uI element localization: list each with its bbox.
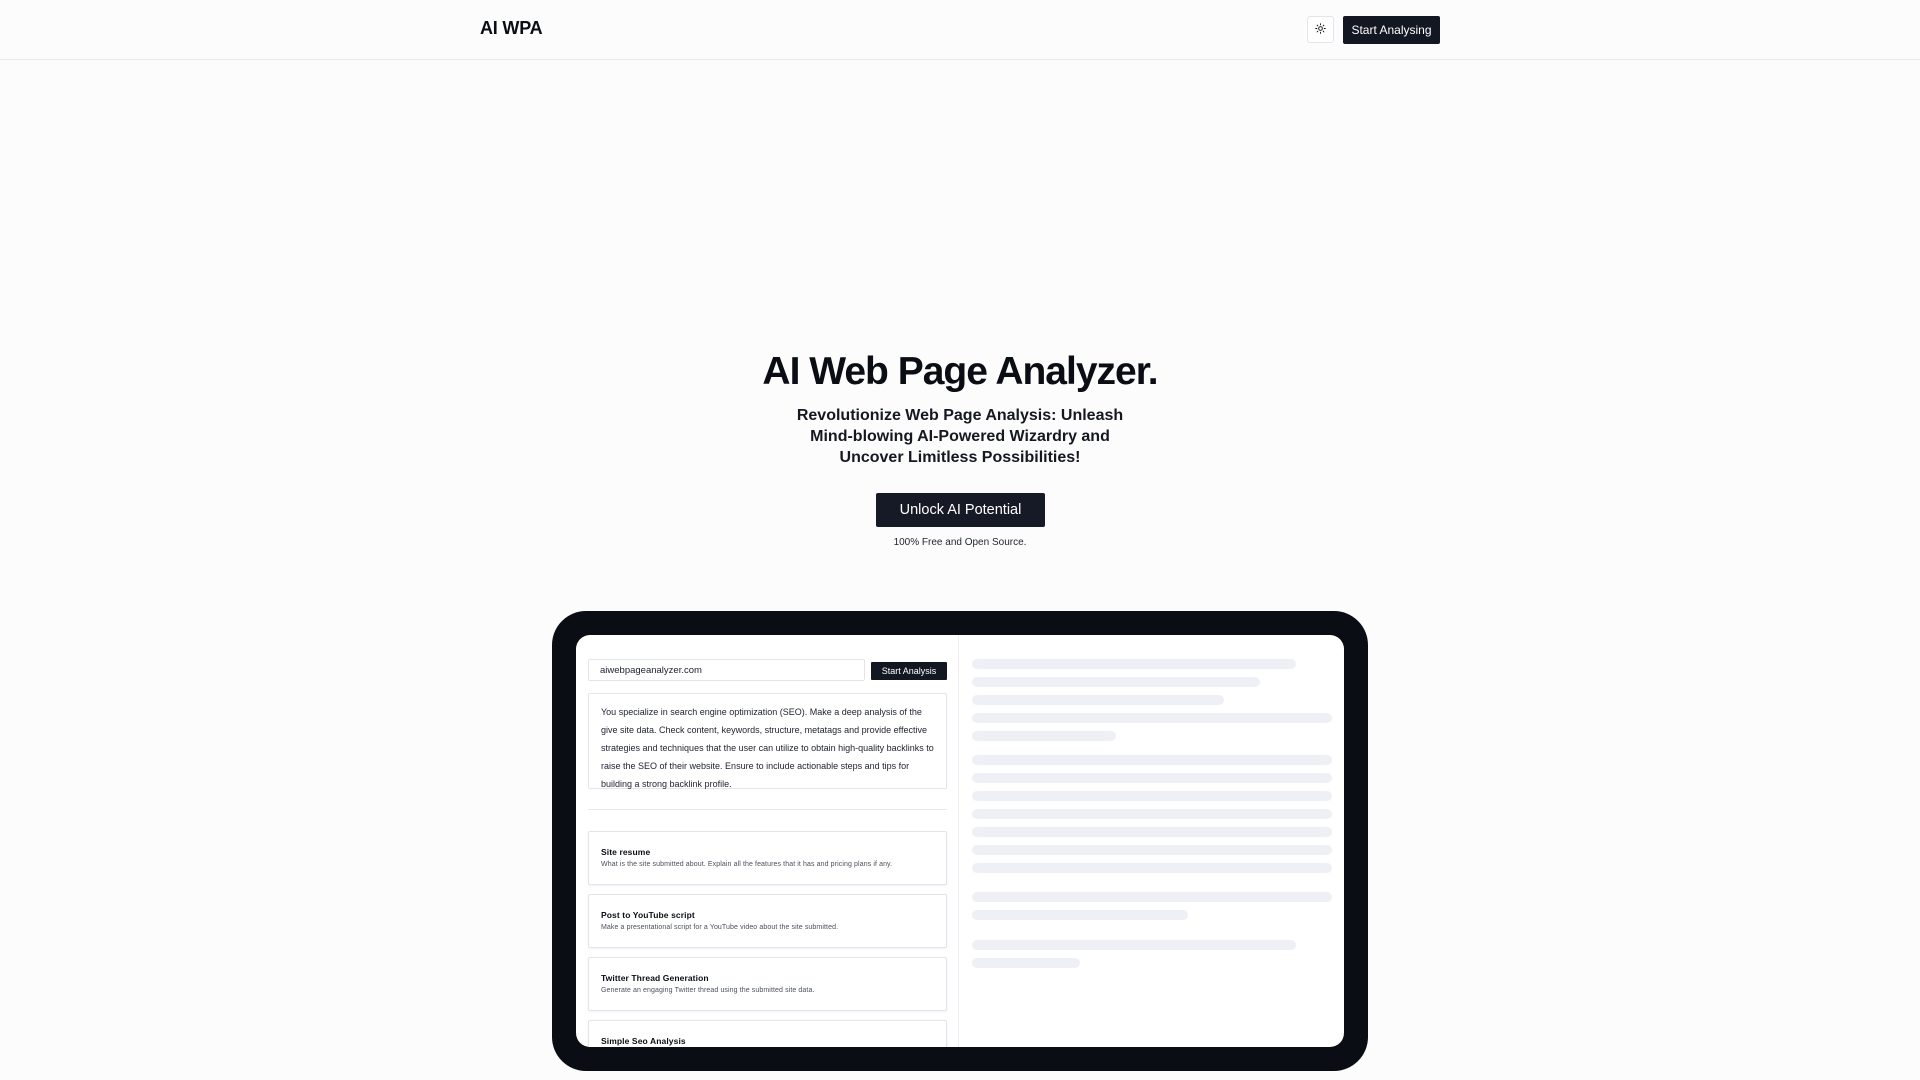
prompt-textarea[interactable]: You specialize in search engine optimiza… [588, 693, 947, 789]
skeleton-line [972, 958, 1080, 968]
skeleton-line [972, 910, 1188, 920]
tablet-mockup: Start Analysis You specialize in search … [552, 611, 1368, 1071]
prompt-card-twitter-thread[interactable]: Twitter Thread Generation Generate an en… [588, 957, 947, 1011]
skeleton-line [972, 713, 1332, 723]
url-input[interactable] [588, 659, 865, 681]
skeleton-line [972, 845, 1332, 855]
start-analysing-button[interactable]: Start Analysing [1343, 16, 1440, 44]
skeleton-line [972, 773, 1332, 783]
hero-subtitle: Revolutionize Web Page Analysis: Unleash… [796, 407, 1124, 466]
unlock-ai-potential-button[interactable]: Unlock AI Potential [876, 493, 1045, 527]
card-description: What is the site submitted about. Explai… [601, 861, 893, 868]
sun-icon [1315, 22, 1326, 37]
card-description: Make a presentational script for a YouTu… [601, 924, 839, 931]
theme-toggle-button[interactable] [1307, 16, 1334, 43]
prompt-card-seo-analysis[interactable]: Simple Seo Analysis [588, 1020, 947, 1047]
skeleton-line [972, 940, 1296, 950]
start-analysis-button[interactable]: Start Analysis [871, 662, 947, 680]
skeleton-line [972, 827, 1332, 837]
skeleton-line [972, 677, 1260, 687]
skeleton-line [972, 863, 1332, 873]
top-navbar: AI WPA Start Analysing [0, 0, 1920, 60]
card-title: Twitter Thread Generation [601, 973, 709, 983]
skeleton-line [972, 755, 1332, 765]
prompt-card-site-resume[interactable]: Site resume What is the site submitted a… [588, 831, 947, 885]
hero-title: AI Web Page Analyzer. [762, 350, 1158, 393]
analysis-input-pane: Start Analysis You specialize in search … [576, 635, 959, 1047]
prompt-card-youtube-script[interactable]: Post to YouTube script Make a presentati… [588, 894, 947, 948]
app-preview-screen: Start Analysis You specialize in search … [576, 635, 1344, 1047]
card-title: Post to YouTube script [601, 910, 695, 920]
brand-logo[interactable]: AI WPA [480, 18, 543, 39]
skeleton-line [972, 791, 1332, 801]
card-title: Site resume [601, 847, 651, 857]
divider [588, 809, 947, 810]
free-open-source-note: 100% Free and Open Source. [893, 537, 1027, 548]
result-skeleton-pane [972, 635, 1344, 1047]
skeleton-line [972, 731, 1116, 741]
card-title: Simple Seo Analysis [601, 1036, 686, 1046]
skeleton-line [972, 695, 1224, 705]
card-description: Generate an engaging Twitter thread usin… [601, 987, 815, 994]
skeleton-line [972, 892, 1332, 902]
skeleton-line [972, 659, 1296, 669]
skeleton-line [972, 809, 1332, 819]
